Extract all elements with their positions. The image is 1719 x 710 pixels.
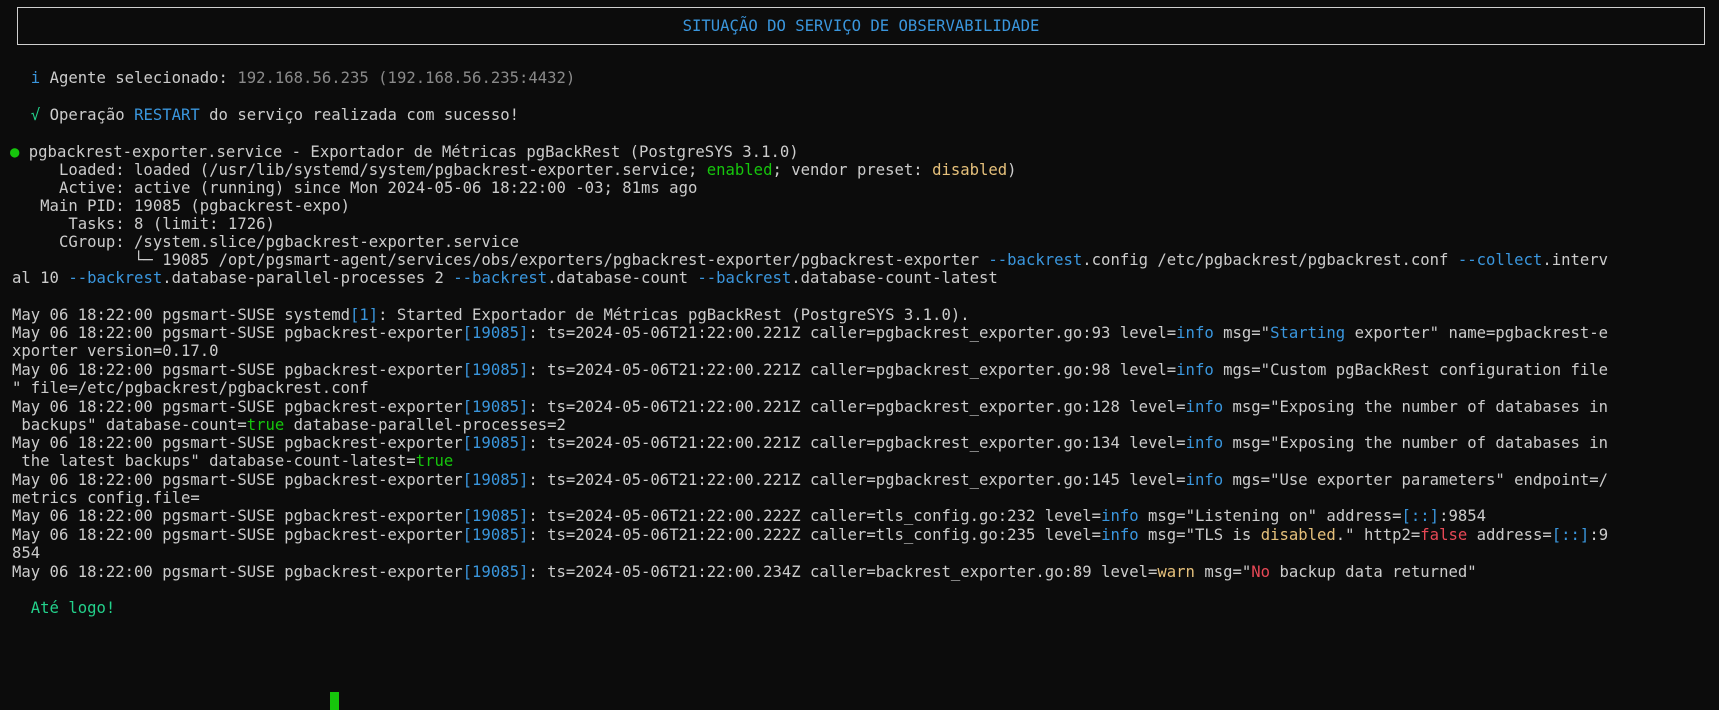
info-icon: i	[30, 69, 41, 87]
operation-line: √ Operação RESTART do serviço realizada …	[30, 106, 519, 124]
log-line-cont: metrics config.file=	[12, 489, 200, 507]
log-line: May 06 18:22:00 pgsmart-SUSE pgbackrest-…	[12, 563, 1477, 581]
log-line-cont: the latest backups" database-count-lates…	[12, 452, 454, 470]
status-dot-icon: ●	[10, 143, 20, 161]
log-line-cont: 854	[12, 544, 41, 562]
active-line: Active: active (running) since Mon 2024-…	[12, 179, 698, 197]
log-line-cont: xporter version=0.17.0	[12, 342, 219, 360]
process-line-cont: al 10 --backrest.database-parallel-proce…	[12, 269, 998, 287]
loaded-line: Loaded: loaded (/usr/lib/systemd/system/…	[12, 161, 1017, 179]
log-line: May 06 18:22:00 pgsmart-SUSE pgbackrest-…	[12, 361, 1609, 379]
page-title: SITUAÇÃO DO SERVIÇO DE OBSERVABILIDADE	[17, 7, 1705, 45]
log-line: May 06 18:22:00 pgsmart-SUSE pgbackrest-…	[12, 324, 1609, 342]
log-line: May 06 18:22:00 pgsmart-SUSE pgbackrest-…	[12, 398, 1609, 416]
service-status-line: ● pgbackrest-exporter.service - Exportad…	[10, 143, 799, 161]
terminal-cursor	[330, 690, 339, 710]
log-line: May 06 18:22:00 pgsmart-SUSE systemd[1]:…	[12, 306, 970, 324]
terminal-window[interactable]: SITUAÇÃO DO SERVIÇO DE OBSERVABILIDADE i…	[0, 0, 1719, 710]
tasks-line: Tasks: 8 (limit: 1726)	[12, 215, 275, 233]
log-line: May 06 18:22:00 pgsmart-SUSE pgbackrest-…	[12, 526, 1609, 544]
log-line: May 06 18:22:00 pgsmart-SUSE pgbackrest-…	[12, 507, 1487, 525]
process-line: └─ 19085 /opt/pgsmart-agent/services/obs…	[12, 251, 1609, 269]
mainpid-line: Main PID: 19085 (pgbackrest-expo)	[12, 197, 350, 215]
cgroup-line: CGroup: /system.slice/pgbackrest-exporte…	[12, 233, 519, 251]
goodbye-line: Até logo!	[30, 599, 116, 617]
agent-line: i Agente selecionado: 192.168.56.235 (19…	[30, 69, 576, 87]
log-line: May 06 18:22:00 pgsmart-SUSE pgbackrest-…	[12, 471, 1609, 489]
log-line-cont: backups" database-count=true database-pa…	[12, 416, 566, 434]
check-icon: √	[30, 106, 41, 124]
log-line-cont: " file=/etc/pgbackrest/pgbackrest.conf	[12, 379, 369, 397]
log-line: May 06 18:22:00 pgsmart-SUSE pgbackrest-…	[12, 434, 1609, 452]
